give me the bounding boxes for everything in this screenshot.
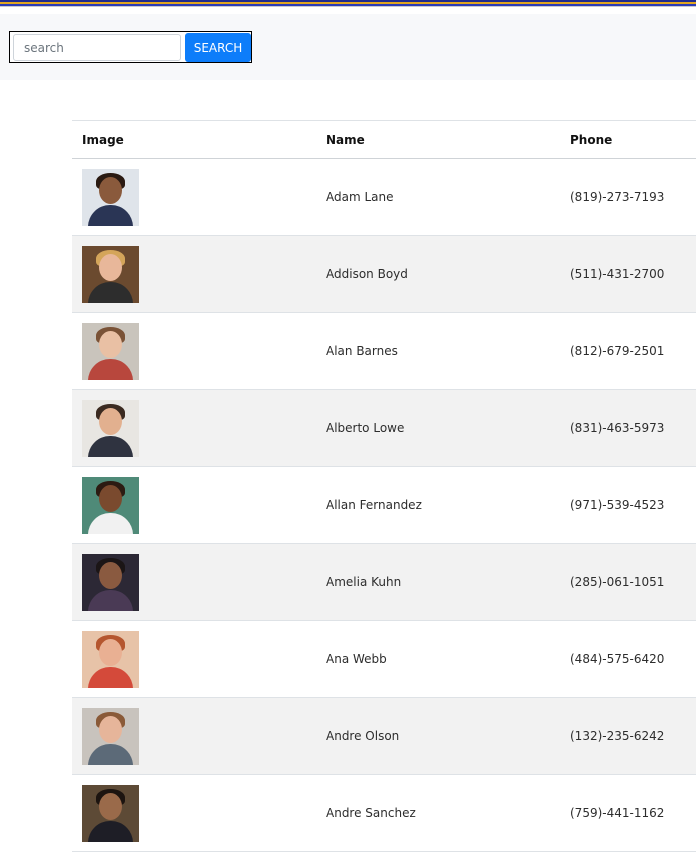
- table-row[interactable]: Alberto Lowe (831)-463-5973: [72, 389, 696, 467]
- table-row[interactable]: Allan Fernandez (971)-539-4523: [72, 466, 696, 544]
- name-cell: Alan Barnes: [316, 312, 560, 390]
- avatar-shoulders: [88, 666, 133, 688]
- phone-cell: (132)-235-6242: [560, 697, 696, 775]
- avatar-face: [99, 253, 122, 281]
- search-input[interactable]: [13, 34, 181, 61]
- phone-cell: (511)-431-2700: [560, 235, 696, 313]
- name-cell: Allan Fernandez: [316, 466, 560, 544]
- avatar-face: [99, 715, 122, 743]
- top-accent-stripe: [0, 0, 696, 7]
- avatar-face: [99, 561, 122, 589]
- search-button[interactable]: SEARCH: [185, 33, 251, 62]
- table-row[interactable]: Andre Olson (132)-235-6242: [72, 697, 696, 775]
- avatar-shoulders: [88, 743, 133, 765]
- search-toolbar: SEARCH: [0, 14, 696, 80]
- name-cell: Andre Sanchez: [316, 774, 560, 852]
- avatar-shoulders: [88, 435, 133, 457]
- contacts-table: Image Name Phone Adam Lane (819)-273-719…: [72, 120, 696, 852]
- image-cell: [72, 697, 316, 775]
- table-row[interactable]: Addison Boyd (511)-431-2700: [72, 235, 696, 313]
- avatar: [82, 245, 139, 303]
- phone-cell: (484)-575-6420: [560, 620, 696, 698]
- table-row[interactable]: Adam Lane (819)-273-7193: [72, 158, 696, 236]
- column-header-image: Image: [72, 120, 316, 159]
- avatar-shoulders: [88, 820, 133, 842]
- table-header-row: Image Name Phone: [72, 120, 696, 159]
- avatar-face: [99, 792, 122, 820]
- name-cell: Ana Webb: [316, 620, 560, 698]
- image-cell: [72, 774, 316, 852]
- phone-cell: (831)-463-5973: [560, 389, 696, 467]
- avatar-face: [99, 330, 122, 358]
- avatar-shoulders: [88, 512, 133, 534]
- avatar: [82, 630, 139, 688]
- avatar-shoulders: [88, 358, 133, 380]
- name-cell: Alberto Lowe: [316, 389, 560, 467]
- table-row[interactable]: Alan Barnes (812)-679-2501: [72, 312, 696, 390]
- table-header: Image Name Phone: [72, 120, 696, 159]
- name-cell: Addison Boyd: [316, 235, 560, 313]
- column-header-name: Name: [316, 120, 560, 159]
- image-cell: [72, 389, 316, 467]
- avatar-face: [99, 176, 122, 204]
- avatar-face: [99, 638, 122, 666]
- avatar: [82, 399, 139, 457]
- name-cell: Andre Olson: [316, 697, 560, 775]
- name-cell: Amelia Kuhn: [316, 543, 560, 621]
- avatar: [82, 476, 139, 534]
- phone-cell: (971)-539-4523: [560, 466, 696, 544]
- avatar: [82, 322, 139, 380]
- search-form: SEARCH: [9, 31, 252, 63]
- phone-cell: (819)-273-7193: [560, 158, 696, 236]
- avatar-face: [99, 484, 122, 512]
- phone-cell: (285)-061-1051: [560, 543, 696, 621]
- avatar: [82, 553, 139, 611]
- avatar: [82, 168, 139, 226]
- avatar: [82, 784, 139, 842]
- image-cell: [72, 620, 316, 698]
- image-cell: [72, 235, 316, 313]
- column-header-phone: Phone: [560, 120, 696, 159]
- image-cell: [72, 466, 316, 544]
- name-cell: Adam Lane: [316, 158, 560, 236]
- table-row[interactable]: Andre Sanchez (759)-441-1162: [72, 774, 696, 852]
- phone-cell: (812)-679-2501: [560, 312, 696, 390]
- avatar-face: [99, 407, 122, 435]
- avatar-shoulders: [88, 589, 133, 611]
- avatar: [82, 707, 139, 765]
- image-cell: [72, 543, 316, 621]
- image-cell: [72, 158, 316, 236]
- table-row[interactable]: Ana Webb (484)-575-6420: [72, 620, 696, 698]
- avatar-shoulders: [88, 281, 133, 303]
- avatar-shoulders: [88, 204, 133, 226]
- phone-cell: (759)-441-1162: [560, 774, 696, 852]
- table-body: Adam Lane (819)-273-7193 Addison Boyd (5…: [72, 158, 696, 852]
- table-row[interactable]: Amelia Kuhn (285)-061-1051: [72, 543, 696, 621]
- image-cell: [72, 312, 316, 390]
